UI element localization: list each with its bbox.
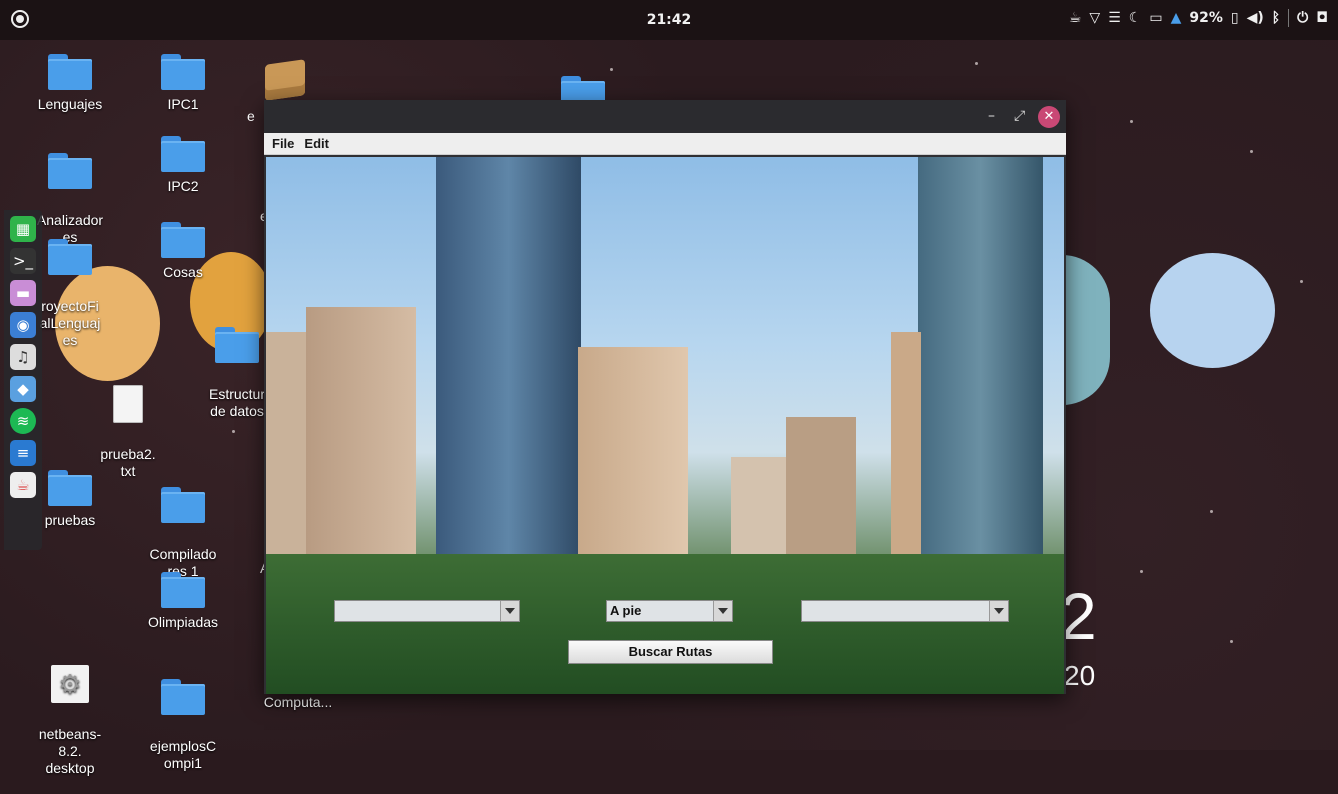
star	[1130, 120, 1133, 123]
bluetooth-icon[interactable]: ᛒ	[1272, 10, 1280, 26]
launcher-dock: ▦ >_ ▬ ◉ ♫ ◆ ≋ ≡ ☕	[4, 210, 42, 550]
desktop-folder-ejemplos[interactable]: ejemplosC ompi1	[133, 662, 233, 789]
music-icon[interactable]: ♫	[10, 344, 36, 370]
chevron-down-icon[interactable]	[713, 601, 732, 621]
menu-file[interactable]: File	[272, 136, 294, 151]
volume-icon[interactable]: ◀)	[1247, 10, 1264, 26]
origin-combo[interactable]	[334, 600, 520, 622]
icon-label: IPC2	[167, 178, 199, 194]
folder-icon	[48, 153, 92, 189]
gear-icon: ⚙	[51, 665, 89, 703]
app-window: – ⤢ ✕ File Edit A pie Buscar Rutas	[264, 100, 1066, 694]
virtualbox-icon[interactable]: ◆	[10, 376, 36, 402]
icon-label: ejemplosC ompi1	[149, 738, 217, 771]
desktop-folder-ipc2[interactable]: IPC2	[133, 136, 233, 195]
star	[610, 68, 613, 71]
folder-icon	[161, 54, 205, 90]
destination-combo[interactable]	[801, 600, 1009, 622]
building	[918, 157, 1043, 582]
icon-label: Lenguajes	[37, 96, 103, 112]
folder-icon	[161, 222, 205, 258]
battery-icon[interactable]: ▯	[1231, 10, 1239, 26]
folder-icon	[48, 54, 92, 90]
building	[266, 332, 306, 562]
chevron-down-icon[interactable]	[500, 601, 519, 621]
star	[1210, 510, 1213, 513]
coffee-icon[interactable]: ☕	[1069, 10, 1082, 26]
building	[891, 332, 921, 562]
mode-combo-value: A pie	[610, 603, 642, 618]
desktop-folder-ipc1[interactable]: IPC1	[133, 54, 233, 113]
desktop-folder-lenguajes[interactable]: Lenguajes	[20, 54, 120, 113]
desktop-item-computa[interactable]: Computa...	[248, 694, 348, 711]
wifi-icon[interactable]: ▽	[1089, 10, 1100, 26]
desktop-text-20: 20	[1064, 660, 1096, 691]
icon-label: netbeans- 8.2. desktop	[38, 726, 102, 776]
folder-icon	[161, 679, 205, 715]
system-tray[interactable]: ☕ ▽ ☰ ☾ ▭ ▲ 92% ▯ ◀) ᛒ ⏻ ◘	[1069, 9, 1328, 27]
chevron-down-icon[interactable]	[989, 601, 1008, 621]
close-icon[interactable]: ✕	[1038, 106, 1060, 128]
maximize-icon[interactable]: ⤢	[1014, 108, 1025, 124]
folder-icon	[215, 327, 259, 363]
star	[975, 62, 978, 65]
text-editor-icon[interactable]: ≡	[10, 440, 36, 466]
window-titlebar[interactable]: – ⤢ ✕	[264, 100, 1066, 133]
minimize-icon[interactable]: –	[988, 108, 995, 124]
building	[306, 307, 416, 562]
icon-label: IPC1	[167, 96, 199, 112]
top-panel: 21:42 ☕ ▽ ☰ ☾ ▭ ▲ 92% ▯ ◀) ᛒ ⏻ ◘	[0, 0, 1338, 40]
spotify-icon[interactable]: ≋	[10, 408, 36, 434]
separator	[1288, 9, 1290, 27]
desktop-folder-olimpiadas[interactable]: Olimpiadas	[133, 572, 233, 631]
files-icon[interactable]: ▬	[10, 280, 36, 306]
power-icon[interactable]: ⏻	[1297, 10, 1308, 26]
notification-icon[interactable]: ▲	[1171, 10, 1182, 26]
moon-icon[interactable]: ☾	[1129, 10, 1142, 26]
folder-icon	[48, 239, 92, 275]
folder-icon	[161, 487, 205, 523]
desktop-package-item[interactable]	[265, 59, 325, 101]
star	[1230, 640, 1233, 643]
star	[1140, 570, 1143, 573]
package-icon	[265, 59, 305, 101]
ice-face-sticker	[1150, 253, 1275, 368]
icon-label: Computa...	[263, 694, 333, 710]
menu-edit[interactable]: Edit	[304, 136, 329, 151]
star	[1300, 280, 1303, 283]
building	[578, 347, 688, 562]
folder-icon	[161, 572, 205, 608]
desktop-file-netbeans[interactable]: ⚙ netbeans- 8.2. desktop	[20, 648, 120, 794]
star	[1250, 150, 1253, 153]
terminal-icon[interactable]: >_	[10, 248, 36, 274]
logout-icon[interactable]: ◘	[1316, 10, 1328, 26]
folder-icon	[161, 136, 205, 172]
java-icon[interactable]: ☕	[10, 472, 36, 498]
city-background-image: A pie Buscar Rutas	[266, 157, 1064, 694]
folder-icon	[48, 470, 92, 506]
building	[731, 457, 786, 562]
building	[786, 417, 856, 562]
building	[436, 157, 581, 562]
menu-bar: File Edit	[264, 133, 1066, 155]
partial-label-e1: e	[247, 108, 255, 124]
text-file-icon	[113, 385, 143, 423]
desktop-folder-cosas[interactable]: Cosas	[133, 222, 233, 281]
icon-label: Cosas	[163, 264, 203, 280]
search-routes-button[interactable]: Buscar Rutas	[568, 640, 773, 664]
folder-icon[interactable]: ▭	[1149, 10, 1162, 26]
battery-percent[interactable]: 92%	[1189, 10, 1223, 26]
trees	[266, 554, 1064, 694]
icon-label: Olimpiadas	[147, 614, 219, 630]
menu-icon[interactable]: ☰	[1108, 10, 1121, 26]
spreadsheet-icon[interactable]: ▦	[10, 216, 36, 242]
mode-combo[interactable]: A pie	[606, 600, 733, 622]
chrome-icon[interactable]: ◉	[10, 312, 36, 338]
